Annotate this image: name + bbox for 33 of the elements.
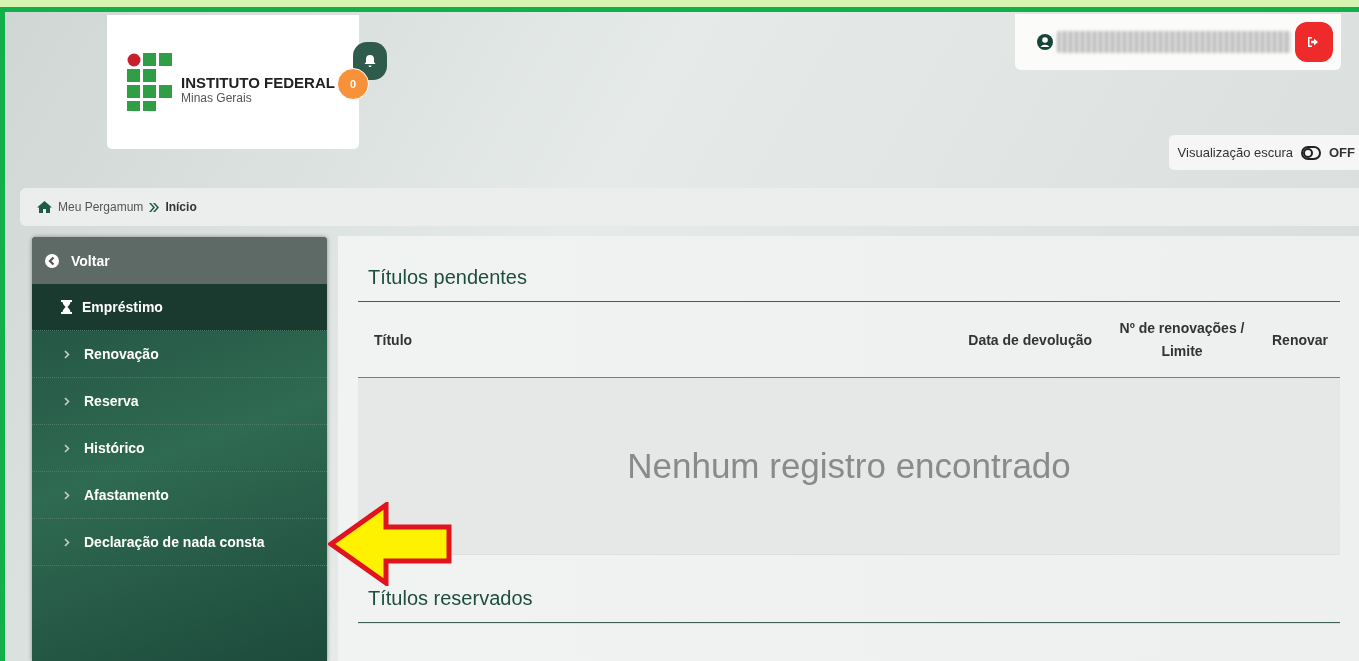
- chevron-icon: [64, 537, 70, 547]
- logo-subtitle: Minas Gerais: [181, 90, 253, 105]
- breadcrumb-link[interactable]: Início: [165, 200, 197, 214]
- sidebar-item[interactable]: Reserva: [32, 378, 327, 425]
- user-icon: [1037, 34, 1053, 50]
- column-header: Renovar: [1271, 331, 1330, 348]
- sidebar-item[interactable]: Empréstimo: [32, 284, 327, 331]
- column-header: Título: [373, 331, 414, 348]
- toggle-icon: [1301, 145, 1321, 160]
- dark-mode-toggle[interactable]: Visualização escura OFF: [1168, 135, 1359, 170]
- home-icon: [37, 201, 52, 213]
- logo-icon: [127, 53, 175, 111]
- double-chevron-icon: [149, 202, 160, 212]
- chevron-icon: [64, 443, 70, 453]
- pointer-arrow-icon: [328, 502, 452, 586]
- back-button[interactable]: Voltar: [32, 237, 327, 284]
- logo-title: INSTITUTO FEDERAL: [181, 73, 335, 91]
- sidebar-item[interactable]: Renovação: [32, 331, 327, 378]
- breadcrumb-link[interactable]: Meu Pergamum: [58, 200, 144, 214]
- sidebar-item[interactable]: Declaração de nada consta: [32, 519, 327, 566]
- empty-message: Nenhum registro encontrado: [627, 446, 1071, 486]
- hourglass-icon: [61, 300, 72, 314]
- section-title: Títulos reservados: [358, 577, 1340, 623]
- column-header: Nº de renovações / Limite: [1118, 319, 1246, 361]
- bell-icon: [363, 54, 377, 68]
- logout-button[interactable]: [1295, 22, 1333, 62]
- sidebar-item[interactable]: Histórico: [32, 425, 327, 472]
- column-header: Data de devolução: [967, 331, 1093, 348]
- chevron-icon: [64, 396, 70, 406]
- chevron-icon: [64, 349, 70, 359]
- section-title: Títulos pendentes: [358, 256, 1340, 302]
- sidebar-item[interactable]: Afastamento: [32, 472, 327, 519]
- chevron-icon: [64, 490, 70, 500]
